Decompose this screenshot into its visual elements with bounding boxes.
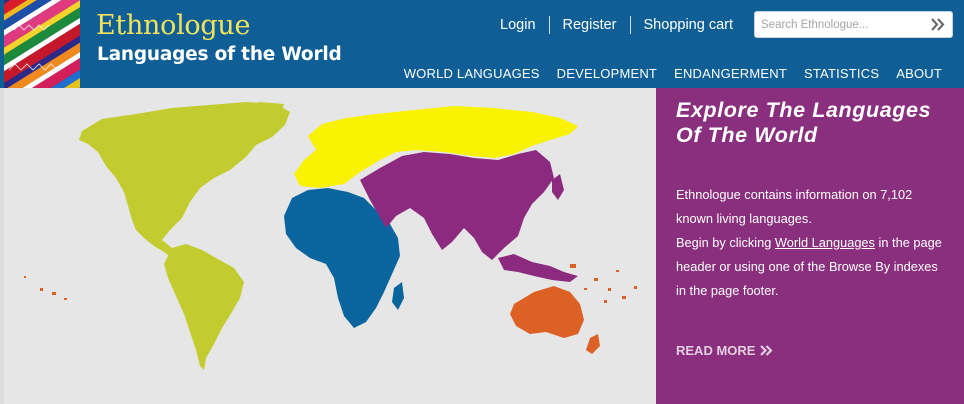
main-nav: WORLD LANGUAGES DEVELOPMENT ENDANGERMENT… — [387, 66, 942, 81]
language-count: 7,102 — [880, 187, 913, 202]
register-link[interactable]: Register — [550, 16, 630, 34]
search-box — [754, 11, 953, 38]
hero-title: Explore The Languages Of The World — [676, 98, 932, 147]
account-links: Login Register Shopping cart — [487, 16, 746, 34]
world-languages-link[interactable]: World Languages — [775, 235, 875, 250]
logo-subtitle[interactable]: Languages of the World — [97, 44, 342, 65]
hero-description: Ethnologue contains information on 7,102… — [676, 183, 951, 303]
nav-endangerment[interactable]: ENDANGERMENT — [674, 66, 787, 81]
map-region-south-america[interactable] — [164, 244, 244, 370]
hero-text-begin: Begin by clicking — [676, 235, 775, 250]
read-more-button[interactable]: READ MORE — [676, 343, 774, 358]
hero-text-before-count: Ethnologue contains information on — [676, 187, 881, 202]
map-region-southeast-asia[interactable] — [498, 254, 578, 282]
world-map[interactable] — [4, 88, 656, 404]
shopping-cart-link[interactable]: Shopping cart — [631, 16, 746, 34]
hero-panel: Explore The Languages Of The World Ethno… — [656, 88, 964, 404]
read-more-label: READ MORE — [676, 343, 756, 358]
nav-development[interactable]: DEVELOPMENT — [557, 66, 657, 81]
world-map-image — [24, 102, 637, 370]
divider — [548, 16, 550, 34]
nav-world-languages[interactable]: WORLD LANGUAGES — [404, 66, 540, 81]
map-region-australia[interactable] — [510, 286, 584, 338]
page: Ethnologue Languages of the World Login … — [0, 0, 964, 404]
login-link[interactable]: Login — [487, 16, 548, 34]
map-region-new-zealand[interactable] — [586, 334, 600, 354]
double-chevron-right-icon — [760, 345, 774, 356]
divider — [629, 16, 631, 34]
nav-statistics[interactable]: STATISTICS — [804, 66, 879, 81]
search-submit-button[interactable] — [928, 14, 948, 35]
hero-text-after-count: known living languages. — [676, 211, 812, 226]
double-chevron-right-icon — [931, 18, 945, 31]
site-header: Ethnologue Languages of the World Login … — [0, 0, 964, 88]
logo-fabric-image[interactable] — [4, 0, 80, 88]
map-region-madagascar[interactable] — [392, 282, 404, 310]
search-input[interactable] — [761, 12, 921, 37]
logo-title[interactable]: Ethnologue — [96, 10, 250, 41]
nav-about[interactable]: ABOUT — [896, 66, 942, 81]
